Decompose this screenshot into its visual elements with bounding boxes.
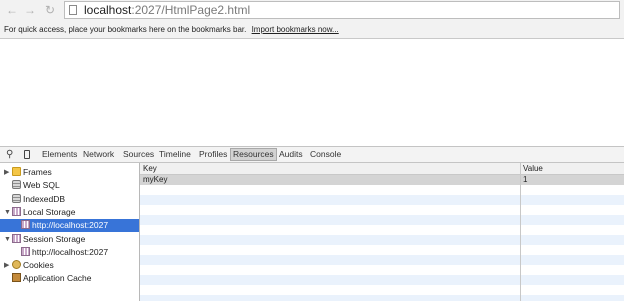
collapse-triangle-icon[interactable]: ▼	[4, 206, 12, 219]
tab-profiles[interactable]: Profiles	[197, 149, 229, 160]
url-field[interactable]: localhost:2027/HtmlPage2.html	[64, 1, 620, 19]
tab-network[interactable]: Network	[81, 149, 116, 160]
devtools-toolbar: ⚲ Elements Network Sources Timeline Prof…	[0, 146, 624, 163]
sidebar-label-local-storage-origin: http://localhost:2027	[32, 220, 109, 230]
url-path: :2027/HtmlPage2.html	[131, 3, 251, 17]
table-header: Key Value	[140, 163, 624, 175]
table-row-empty	[140, 205, 624, 215]
sidebar-item-local-storage-origin[interactable]: http://localhost:2027	[0, 219, 139, 232]
tab-elements[interactable]: Elements	[40, 149, 79, 160]
sidebar-label-indexeddb: IndexedDB	[23, 194, 66, 204]
sidebar-item-cookies[interactable]: ▶ Cookies	[0, 259, 139, 272]
address-bar-area: ← → ↻ localhost:2027/HtmlPage2.html	[0, 0, 624, 21]
tab-timeline[interactable]: Timeline	[157, 149, 193, 160]
table-row-empty	[140, 295, 624, 301]
table-row-empty	[140, 225, 624, 235]
expand-triangle-icon[interactable]: ▶	[4, 259, 12, 272]
table-row-empty	[140, 185, 624, 195]
tab-audits[interactable]: Audits	[277, 149, 305, 160]
table-row[interactable]: myKey 1	[140, 175, 624, 185]
table-row-empty	[140, 255, 624, 265]
resources-sidebar: ▶ Frames Web SQL IndexedDB ▼ Local Stora…	[0, 163, 140, 301]
bookmarks-bar: For quick access, place your bookmarks h…	[0, 21, 624, 39]
bookmarks-bar-text: For quick access, place your bookmarks h…	[4, 25, 339, 35]
sidebar-label-session-storage: Session Storage	[23, 234, 86, 244]
folder-icon	[12, 167, 21, 176]
sidebar-label-local-storage: Local Storage	[23, 207, 76, 217]
table-row-empty	[140, 195, 624, 205]
search-icon[interactable]: ⚲	[6, 150, 13, 160]
sidebar-item-session-storage[interactable]: ▼ Session Storage	[0, 233, 139, 246]
sidebar-item-web-sql[interactable]: Web SQL	[0, 179, 139, 192]
sidebar-item-indexeddb[interactable]: IndexedDB	[0, 193, 139, 206]
database-icon	[12, 194, 21, 203]
storage-icon	[12, 234, 21, 243]
sidebar-label-cookies: Cookies	[23, 260, 54, 270]
storage-table: myKey 1 Key Value	[140, 163, 624, 301]
table-row-empty	[140, 215, 624, 225]
application-cache-icon	[12, 273, 21, 282]
page-icon	[69, 5, 77, 15]
database-icon	[12, 180, 21, 189]
sidebar-item-application-cache[interactable]: Application Cache	[0, 272, 139, 285]
bookmarks-bar-message: For quick access, place your bookmarks h…	[4, 25, 247, 34]
expand-triangle-icon[interactable]: ▶	[4, 166, 12, 179]
sidebar-item-local-storage[interactable]: ▼ Local Storage	[0, 206, 139, 219]
tab-sources[interactable]: Sources	[121, 149, 156, 160]
table-row-empty	[140, 275, 624, 285]
device-mode-icon[interactable]	[24, 150, 30, 159]
column-header-value[interactable]: Value	[523, 164, 543, 174]
sidebar-label-frames: Frames	[23, 167, 52, 177]
forward-arrow-icon[interactable]: →	[24, 4, 36, 16]
storage-icon	[21, 247, 30, 256]
cell-value[interactable]: 1	[523, 175, 527, 185]
table-row-empty	[140, 285, 624, 295]
storage-icon	[12, 207, 21, 216]
url-text: localhost:2027/HtmlPage2.html	[84, 3, 250, 17]
tab-console[interactable]: Console	[308, 149, 343, 160]
table-row-empty	[140, 265, 624, 275]
column-header-key[interactable]: Key	[143, 164, 157, 174]
sidebar-item-session-storage-origin[interactable]: http://localhost:2027	[0, 246, 139, 259]
tab-resources[interactable]: Resources	[230, 148, 277, 161]
column-divider[interactable]	[520, 163, 521, 301]
sidebar-label-application-cache: Application Cache	[23, 273, 92, 283]
sidebar-label-session-storage-origin: http://localhost:2027	[32, 247, 109, 257]
table-row-empty	[140, 235, 624, 245]
cookie-icon	[12, 260, 21, 269]
url-host: localhost	[84, 3, 132, 17]
import-bookmarks-link[interactable]: Import bookmarks now...	[252, 25, 339, 34]
back-arrow-icon[interactable]: ←	[6, 4, 18, 16]
sidebar-label-web-sql: Web SQL	[23, 180, 60, 190]
reload-icon[interactable]: ↻	[44, 4, 56, 16]
cell-key[interactable]: myKey	[143, 175, 167, 185]
table-row-empty	[140, 245, 624, 255]
collapse-triangle-icon[interactable]: ▼	[4, 233, 12, 246]
storage-icon	[21, 220, 30, 229]
sidebar-item-frames[interactable]: ▶ Frames	[0, 166, 139, 179]
